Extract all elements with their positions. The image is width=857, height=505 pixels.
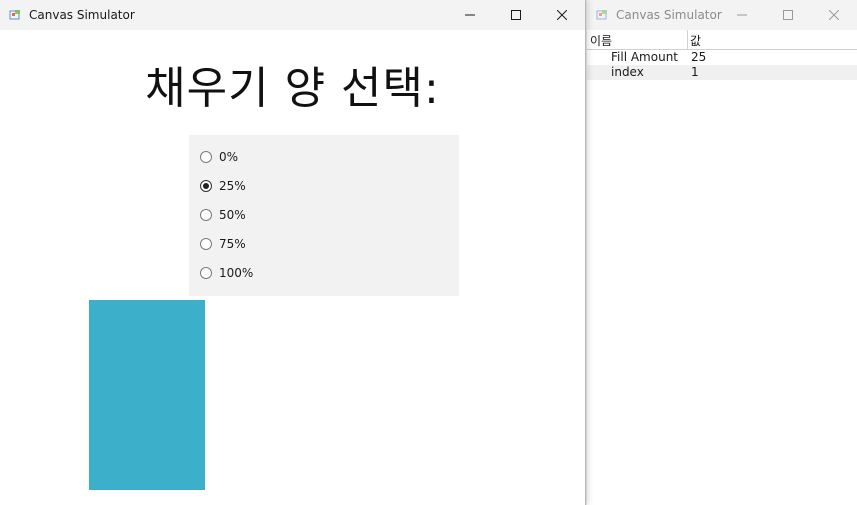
window-title: Canvas Simulator <box>29 8 135 22</box>
window-title: Canvas Simulator <box>616 8 722 22</box>
radio-label: 25% <box>219 179 246 193</box>
radio-label: 50% <box>219 208 246 222</box>
maximize-button[interactable] <box>493 0 539 30</box>
table-row[interactable]: Fill Amount 25 <box>587 50 857 65</box>
radio-label: 0% <box>219 150 239 164</box>
radio-button[interactable] <box>200 151 212 163</box>
row-value: 25 <box>691 50 707 64</box>
minimize-button[interactable] <box>719 0 765 30</box>
radio-option-0[interactable]: 0% <box>200 148 238 166</box>
radio-button[interactable] <box>200 267 212 279</box>
table-row[interactable]: index 1 <box>587 65 857 80</box>
radio-option-75[interactable]: 75% <box>200 235 246 253</box>
row-value: 1 <box>691 65 699 79</box>
column-header-name[interactable]: 이름 <box>590 32 612 49</box>
grid-header: 이름 값 <box>587 30 857 50</box>
radio-button[interactable] <box>200 209 212 221</box>
close-button[interactable] <box>811 0 857 30</box>
property-titlebar[interactable]: Canvas Simulator <box>587 0 857 30</box>
main-titlebar[interactable]: Canvas Simulator <box>0 0 585 30</box>
close-button[interactable] <box>539 0 585 30</box>
property-window: Canvas Simulator 이름 값 Fill Amount 25 ind… <box>587 0 857 505</box>
app-icon <box>9 9 21 21</box>
page-heading: 채우기 양 선택: <box>145 63 440 114</box>
radio-option-50[interactable]: 50% <box>200 206 246 224</box>
maximize-button[interactable] <box>765 0 811 30</box>
fill-rectangle <box>89 300 205 490</box>
radio-option-100[interactable]: 100% <box>200 264 253 282</box>
radio-button[interactable] <box>200 238 212 250</box>
column-divider[interactable] <box>687 30 688 49</box>
minimize-button[interactable] <box>447 0 493 30</box>
radio-button-selected[interactable] <box>200 180 212 192</box>
radio-label: 75% <box>219 237 246 251</box>
main-window: Canvas Simulator 채우기 양 선택: 0% 25% 50% 75… <box>0 0 586 505</box>
column-header-value[interactable]: 값 <box>690 32 701 49</box>
row-name: index <box>611 65 644 79</box>
radio-option-25[interactable]: 25% <box>200 177 246 195</box>
fill-amount-radio-group: 0% 25% 50% 75% 100% <box>189 135 459 296</box>
row-name: Fill Amount <box>611 50 679 64</box>
app-icon <box>596 9 608 21</box>
radio-label: 100% <box>219 266 254 280</box>
